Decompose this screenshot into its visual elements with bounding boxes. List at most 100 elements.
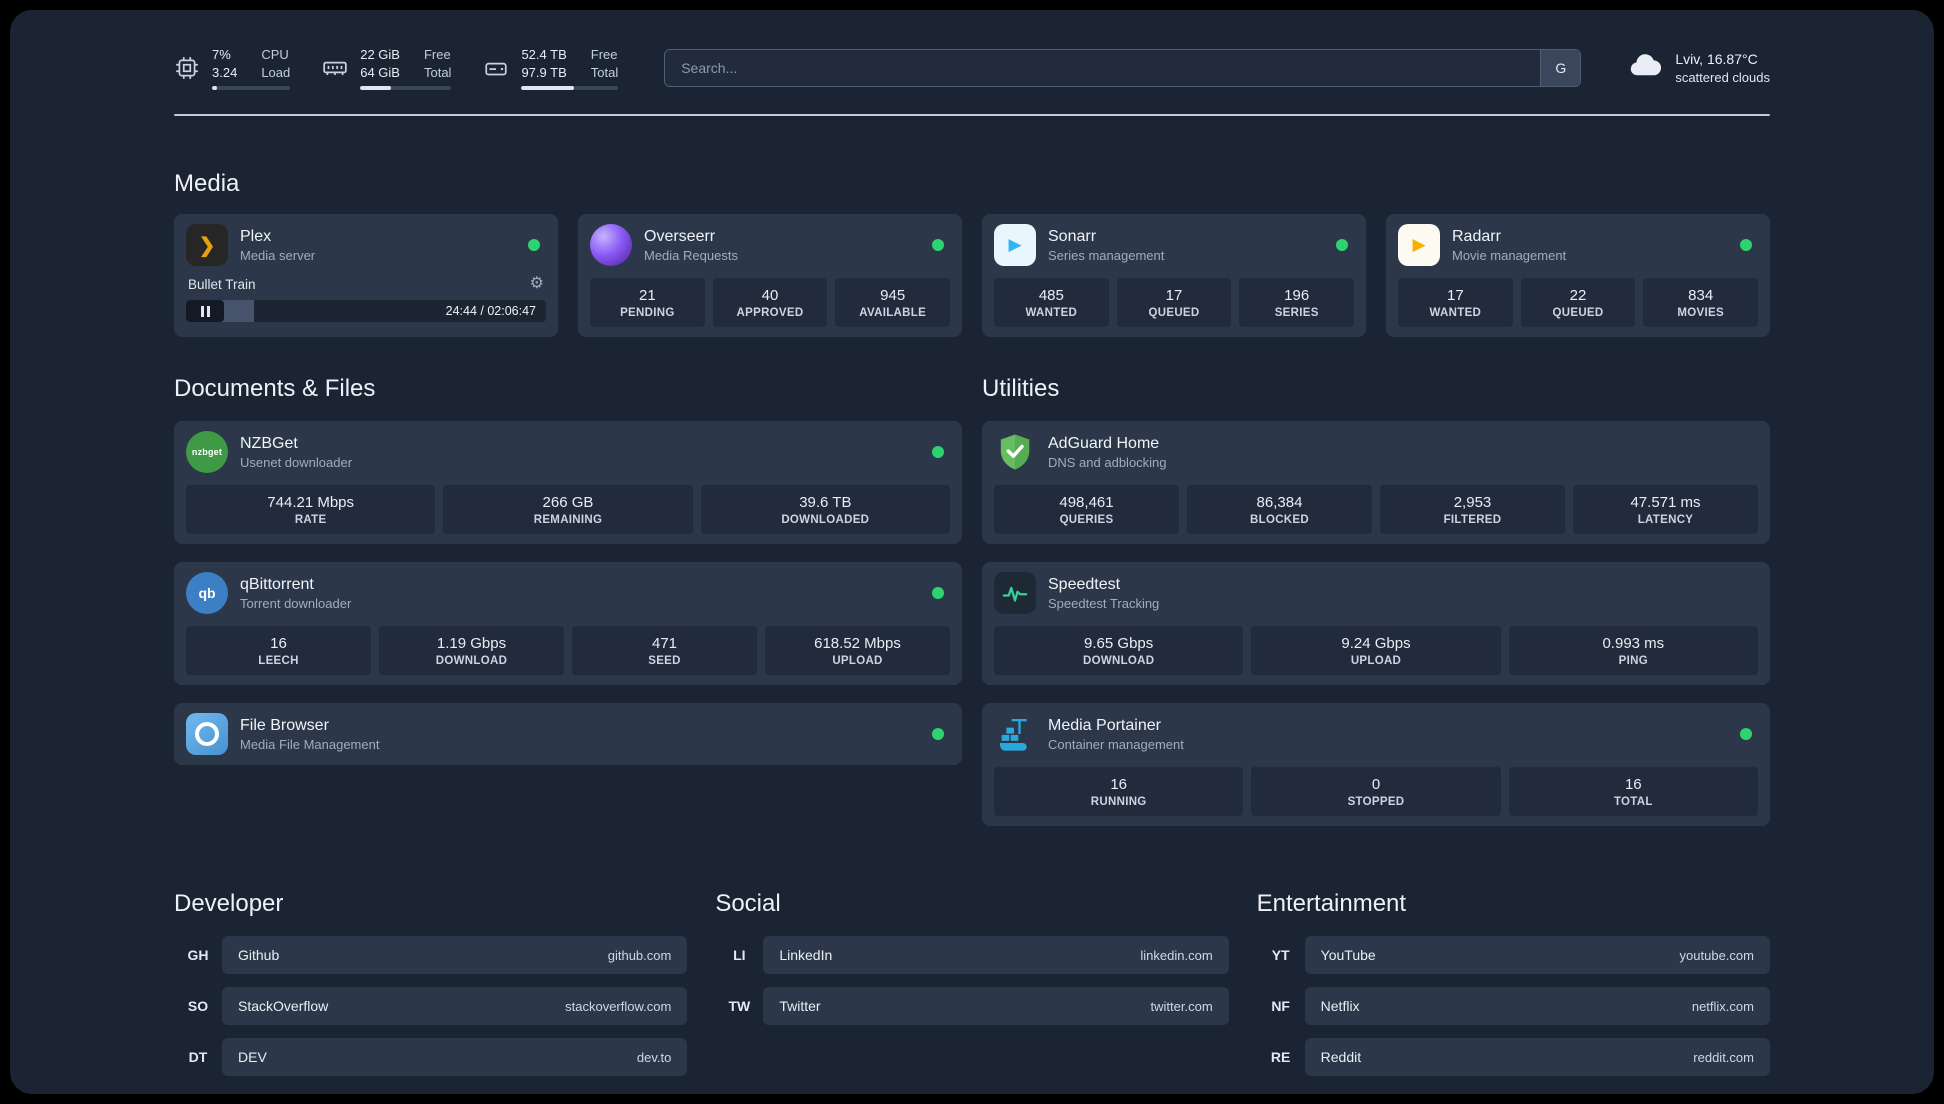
card-qbittorrent[interactable]: qb qBittorrent Torrent downloader 16 LEE… xyxy=(174,562,962,686)
stat-remaining: 266 GB REMAINING xyxy=(443,485,693,535)
playback-progress-bar[interactable]: 24:44 / 02:06:47 xyxy=(186,300,546,323)
sonarr-icon: ▶ xyxy=(994,224,1036,267)
utilities-heading: Utilities xyxy=(982,375,1060,403)
card-plex[interactable]: ❯ Plex Media server Bullet Train ⚙ 24:44… xyxy=(174,214,558,338)
overseerr-icon xyxy=(590,224,632,267)
app-description: Media server xyxy=(240,248,316,264)
disk-total-value: 97.9 TB xyxy=(521,64,567,80)
social-heading: Social xyxy=(715,890,781,918)
bookmark-abbr: LI xyxy=(733,947,746,964)
bookmark-github[interactable]: GH Github github.com xyxy=(174,936,688,975)
card-sonarr[interactable]: ▶ Sonarr Series management 485 WANTED 17… xyxy=(982,214,1366,338)
bookmark-url: linkedin.com xyxy=(1140,947,1213,963)
stat-filtered: 2,953 FILTERED xyxy=(1380,485,1565,535)
pause-button[interactable] xyxy=(186,300,224,323)
system-resources: 7% 3.24 CPU Load 22 GiB 64 GiB Free Tota… xyxy=(174,46,619,91)
bookmark-group-developer: Developer GH Github github.com SO StackO… xyxy=(174,890,688,1077)
stat-seed: 471 SEED xyxy=(572,626,757,676)
bookmark-linkedin[interactable]: LI LinkedIn linkedin.com xyxy=(715,936,1229,975)
now-playing-title: Bullet Train xyxy=(188,276,256,292)
bookmark-url: dev.to xyxy=(636,1049,672,1065)
card-filebrowser[interactable]: File Browser Media File Management xyxy=(174,703,962,766)
search-provider-button[interactable]: G xyxy=(1540,50,1581,87)
card-nzbget[interactable]: nzbget NZBGet Usenet downloader 744.21 M… xyxy=(174,421,962,545)
card-portainer[interactable]: Media Portainer Container management 16 … xyxy=(982,703,1770,827)
stat-wanted: 485 WANTED xyxy=(994,278,1109,328)
app-description: Series management xyxy=(1048,248,1165,264)
bookmark-youtube[interactable]: YT YouTube youtube.com xyxy=(1257,936,1770,975)
app-title: Speedtest xyxy=(1048,576,1121,593)
bookmark-reddit[interactable]: RE Reddit reddit.com xyxy=(1257,1038,1770,1077)
disk-icon xyxy=(483,55,509,81)
status-dot xyxy=(932,446,944,459)
card-speedtest[interactable]: Speedtest Speedtest Tracking 9.65 Gbps D… xyxy=(982,562,1770,686)
card-adguard[interactable]: AdGuard Home DNS and adblocking 498,461 … xyxy=(982,421,1770,545)
bookmark-abbr: GH xyxy=(187,947,209,964)
search-bar: G xyxy=(664,49,1582,88)
app-description: Container management xyxy=(1048,737,1184,753)
bookmark-group-social: Social LI LinkedIn linkedin.com TW Twitt… xyxy=(715,890,1229,1076)
bookmark-url: stackoverflow.com xyxy=(565,998,672,1014)
status-dot xyxy=(932,239,944,252)
card-overseerr[interactable]: Overseerr Media Requests 21 PENDING 40 A… xyxy=(578,214,962,338)
app-description: Speedtest Tracking xyxy=(1048,596,1160,612)
cpu-load-value: 3.24 xyxy=(212,64,238,80)
card-radarr[interactable]: ▶ Radarr Movie management 17 WANTED 22 Q… xyxy=(1386,214,1770,338)
disk-label-top: Free xyxy=(590,47,618,62)
memory-icon xyxy=(322,55,348,81)
bookmark-url: netflix.com xyxy=(1691,998,1754,1014)
bookmark-abbr: NF xyxy=(1271,998,1290,1015)
disk-label-bottom: Total xyxy=(590,64,619,80)
documents-heading: Documents & Files xyxy=(174,375,376,403)
app-title: File Browser xyxy=(240,717,329,734)
stat-latency: 47.571 ms LATENCY xyxy=(1573,485,1758,535)
memory-label-bottom: Total xyxy=(423,64,452,80)
bookmark-twitter[interactable]: TW Twitter twitter.com xyxy=(715,987,1229,1026)
playback-time: 24:44 / 02:06:47 xyxy=(445,304,536,319)
bookmark-group-entertainment: Entertainment YT YouTube youtube.com NF … xyxy=(1257,890,1770,1077)
search-input[interactable] xyxy=(664,49,1582,88)
stat-wanted: 17 WANTED xyxy=(1398,278,1513,328)
stat-download: 9.65 Gbps DOWNLOAD xyxy=(994,626,1244,676)
app-title: Media Portainer xyxy=(1048,717,1161,734)
media-heading: Media xyxy=(174,170,240,198)
qbittorrent-icon: qb xyxy=(186,572,228,615)
status-dot xyxy=(932,728,944,741)
topbar-divider xyxy=(174,114,1770,117)
stat-series: 196 SERIES xyxy=(1239,278,1355,328)
app-title: Overseerr xyxy=(644,228,716,245)
bookmark-netflix[interactable]: NF Netflix netflix.com xyxy=(1257,987,1770,1026)
topbar: 7% 3.24 CPU Load 22 GiB 64 GiB Free Tota… xyxy=(174,10,1770,91)
section-utilities: Utilities AdGuard Home DNS and adblockin… xyxy=(982,375,1770,827)
status-dot xyxy=(528,239,540,252)
stat-running: 16 RUNNING xyxy=(994,767,1244,817)
bookmark-name: LinkedIn xyxy=(779,947,833,964)
app-description: Media Requests xyxy=(644,248,738,264)
bookmark-stackoverflow[interactable]: SO StackOverflow stackoverflow.com xyxy=(174,987,688,1026)
bookmark-name: Twitter xyxy=(779,998,821,1015)
stat-queries: 498,461 QUERIES xyxy=(994,485,1179,535)
bookmark-url: reddit.com xyxy=(1693,1049,1754,1065)
stat-queued: 22 QUEUED xyxy=(1520,278,1636,328)
bookmark-name: StackOverflow xyxy=(238,998,329,1015)
bookmark-abbr: TW xyxy=(728,998,751,1015)
settings-gear-icon[interactable]: ⚙ xyxy=(530,276,544,292)
bookmark-url: twitter.com xyxy=(1150,998,1213,1014)
adguard-icon xyxy=(994,431,1036,473)
stat-approved: 40 APPROVED xyxy=(712,278,828,328)
stat-rate: 744.21 Mbps RATE xyxy=(186,485,436,535)
memory-free-value: 22 GiB xyxy=(360,47,400,62)
bookmark-abbr: DT xyxy=(188,1049,208,1066)
cpu-label-bottom: Load xyxy=(261,64,291,80)
app-description: Media File Management xyxy=(240,737,380,753)
cpu-widget: 7% 3.24 CPU Load xyxy=(174,46,291,91)
memory-widget: 22 GiB 64 GiB Free Total xyxy=(322,46,452,91)
app-description: Movie management xyxy=(1452,248,1567,264)
bookmark-abbr: YT xyxy=(1271,947,1290,964)
bookmark-dev[interactable]: DT DEV dev.to xyxy=(174,1038,688,1077)
app-title: Sonarr xyxy=(1048,228,1097,245)
cpu-usage-value: 7% xyxy=(212,47,231,62)
dashboard-frame: 7% 3.24 CPU Load 22 GiB 64 GiB Free Tota… xyxy=(10,10,1934,1094)
app-description: DNS and adblocking xyxy=(1048,455,1167,471)
disk-free-value: 52.4 TB xyxy=(521,47,567,62)
